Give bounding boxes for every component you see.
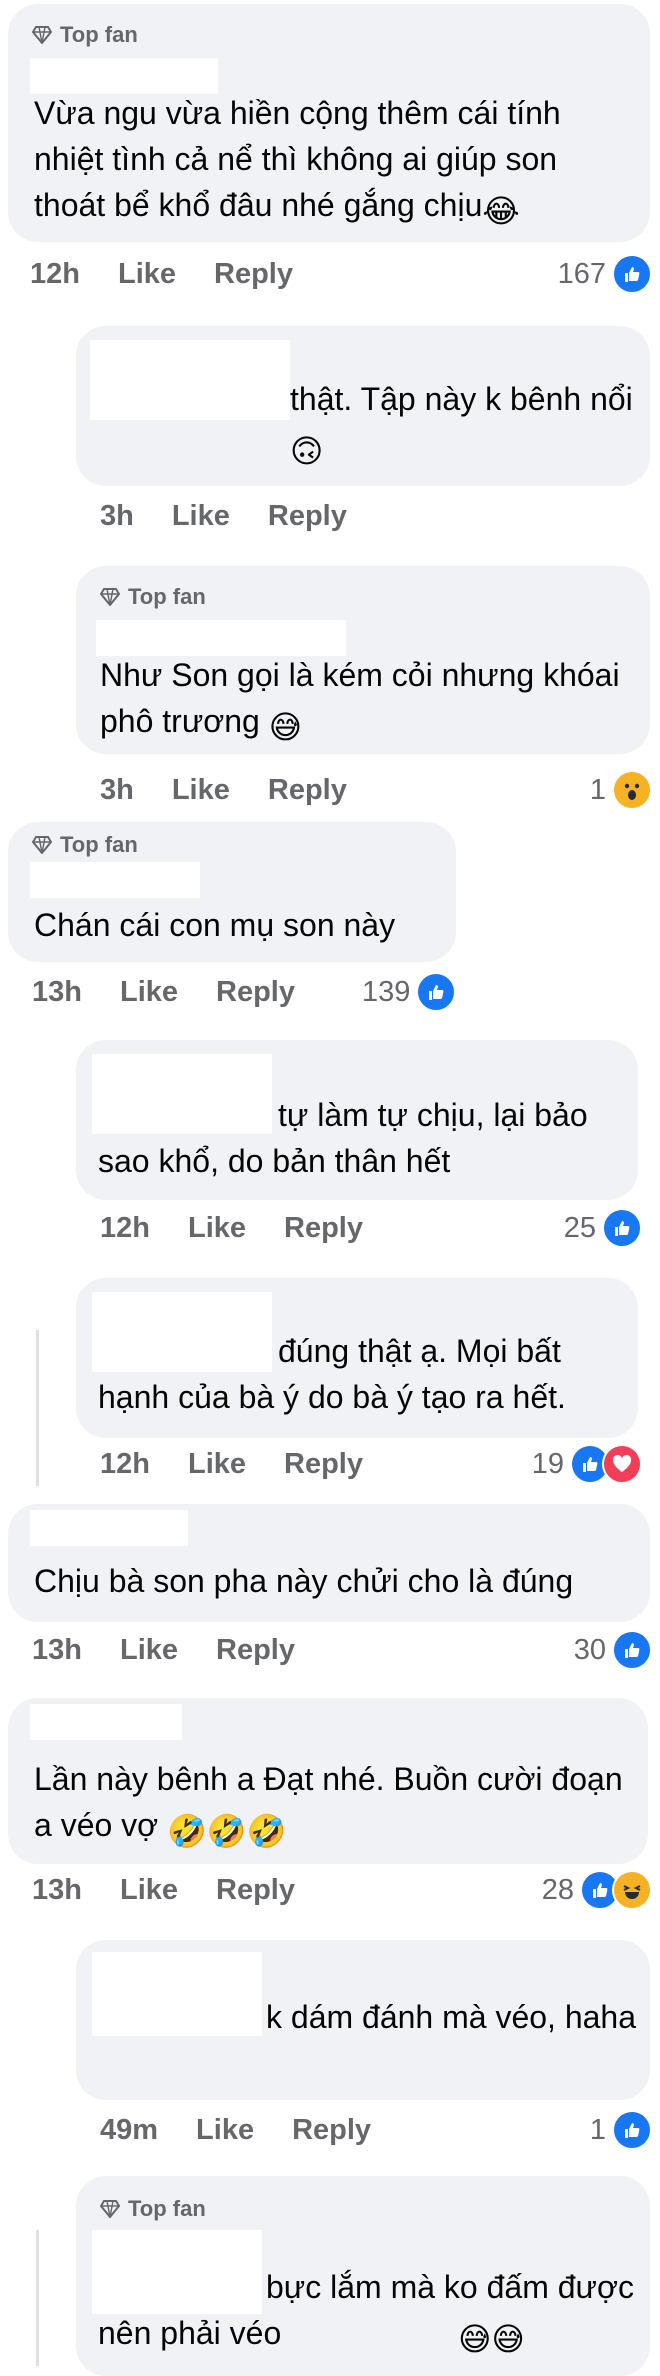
top-fan-badge: Top fan (32, 22, 138, 48)
haha-reaction-icon (612, 1870, 652, 1910)
joy-emoji: 😂 (482, 193, 520, 229)
like-reaction-icon (612, 1630, 652, 1670)
comment-time[interactable]: 12h (30, 258, 80, 291)
like-button[interactable]: Like (172, 500, 230, 533)
top-fan-badge: Top fan (100, 584, 206, 610)
reply-text: thật. Tập này k bênh nổi 🙃 (98, 376, 638, 474)
reaction-summary[interactable]: 19 (532, 1444, 642, 1484)
comment-time[interactable]: 49m (100, 2114, 158, 2147)
grin-sweat-emoji: 😅😅 (458, 2321, 525, 2357)
comment-time[interactable]: 3h (100, 774, 134, 807)
like-button[interactable]: Like (196, 2114, 254, 2147)
reply-button[interactable]: Reply (214, 258, 293, 291)
reply-button[interactable]: Reply (216, 1634, 295, 1667)
reaction-summary[interactable]: 167 (558, 254, 652, 294)
redacted-author-name (30, 862, 200, 898)
top-fan-label: Top fan (128, 584, 206, 609)
redacted-author-name (30, 1510, 188, 1546)
like-reaction-icon (612, 2110, 652, 2150)
reply-text: Như Son gọi là kém cỏi nhưng khóai phô t… (100, 652, 640, 750)
comment-time[interactable]: 13h (32, 1634, 82, 1667)
thread-line (36, 1330, 39, 1486)
like-button[interactable]: Like (120, 1634, 178, 1667)
reply-button[interactable]: Reply (268, 774, 347, 807)
like-button[interactable]: Like (118, 258, 176, 291)
upside-down-emoji: 🙃 (290, 433, 324, 469)
reaction-summary[interactable]: 25 (564, 1208, 642, 1248)
reply-text: tự làm tự chịu, lại bảo sao khổ, do bản … (98, 1097, 588, 1179)
redacted-author-name (30, 1704, 182, 1740)
reaction-summary[interactable]: 1 (590, 770, 652, 810)
like-button[interactable]: Like (188, 1448, 246, 1481)
diamond-badge-icon (32, 26, 52, 44)
like-button[interactable]: Like (188, 1212, 246, 1245)
like-reaction-icon (602, 1208, 642, 1248)
diamond-badge-icon (100, 588, 120, 606)
reaction-count: 139 (362, 975, 411, 1008)
diamond-badge-icon (32, 836, 52, 854)
comment-text: Chán cái con mụ son này (34, 907, 396, 943)
love-reaction-icon (602, 1444, 642, 1484)
reply-text: đúng thật ạ. Mọi bất hạnh của bà ý do bà… (98, 1333, 566, 1415)
reply-button[interactable]: Reply (216, 976, 295, 1009)
comment-time[interactable]: 13h (32, 1874, 82, 1907)
diamond-badge-icon (100, 2200, 120, 2218)
reply-button[interactable]: Reply (292, 2114, 371, 2147)
like-button[interactable]: Like (172, 774, 230, 807)
rofl-emoji: 🤣🤣🤣 (167, 1813, 287, 1849)
like-reaction-icon (416, 972, 457, 1012)
reaction-count: 28 (541, 1873, 574, 1906)
like-button[interactable]: Like (120, 1874, 178, 1907)
like-reaction-icon (612, 254, 652, 294)
wow-reaction-icon (612, 770, 652, 810)
reply-button[interactable]: Reply (284, 1212, 363, 1245)
reaction-count: 19 (531, 1447, 564, 1480)
like-button[interactable]: Like (120, 976, 178, 1009)
comment-text: Vừa ngu vừa hiền cộng thêm cái tính nhiệ… (34, 90, 624, 234)
grin-sweat-emoji: 😅 (268, 709, 303, 745)
reaction-summary[interactable]: 28 (542, 1870, 652, 1910)
comment-time[interactable]: 13h (32, 976, 82, 1009)
top-fan-label: Top fan (60, 22, 138, 47)
reaction-count: 1 (589, 2113, 606, 2146)
redacted-author-name (96, 620, 346, 656)
reply-button[interactable]: Reply (216, 1874, 295, 1907)
comment-text: Lần này bênh a Đạt nhé. Buồn cười đoạn a… (34, 1756, 634, 1854)
reaction-summary[interactable]: 139 (362, 972, 457, 1012)
reaction-count: 25 (563, 1211, 596, 1244)
reply-button[interactable]: Reply (284, 1448, 363, 1481)
redacted-author-name (30, 58, 218, 94)
reaction-count: 1 (589, 773, 606, 806)
comment-time[interactable]: 3h (100, 500, 134, 533)
reaction-count: 167 (557, 257, 606, 290)
reaction-summary[interactable]: 1 (590, 2110, 652, 2150)
thread-line (36, 2230, 39, 2366)
comment-text: Chịu bà son pha này chửi cho là đúng (34, 1563, 574, 1599)
reaction-summary[interactable]: 30 (574, 1630, 652, 1670)
reply-button[interactable]: Reply (268, 500, 347, 533)
reply-text: k dám đánh mà véo, haha (266, 1999, 637, 2035)
reply-text: bực lắm mà ko đấm được nên phải véo 😅😅 (98, 2264, 638, 2362)
comment-time[interactable]: 12h (100, 1448, 150, 1481)
comment-time[interactable]: 12h (100, 1212, 150, 1245)
top-fan-label: Top fan (60, 832, 138, 857)
top-fan-badge: Top fan (32, 832, 138, 858)
top-fan-label: Top fan (128, 2196, 206, 2221)
reaction-count: 30 (573, 1633, 606, 1666)
top-fan-badge: Top fan (100, 2196, 206, 2222)
